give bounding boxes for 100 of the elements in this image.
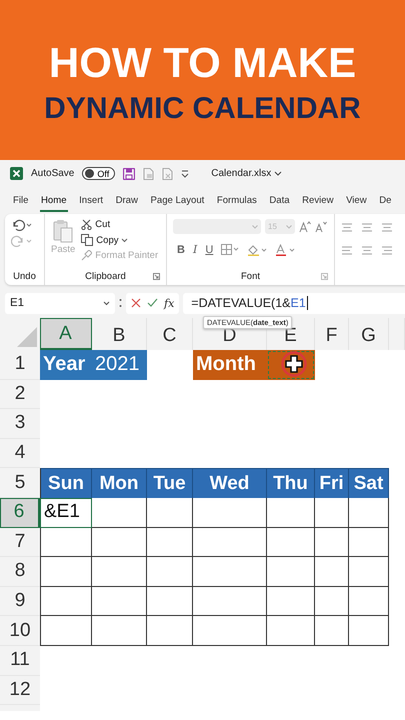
ribbon-tab[interactable]: Formulas — [216, 195, 258, 212]
table-cell[interactable] — [267, 557, 315, 587]
row-header[interactable]: 1 — [0, 350, 40, 380]
enter-check-icon[interactable] — [147, 298, 158, 308]
label-cell[interactable]: Month — [193, 350, 267, 380]
cut-button[interactable]: Cut — [81, 219, 158, 230]
table-header-cell[interactable]: Thu — [267, 468, 315, 498]
table-cell[interactable] — [315, 616, 349, 646]
ribbon-tab[interactable]: Review — [301, 195, 335, 212]
table-cell[interactable] — [193, 616, 267, 646]
table-cell[interactable] — [349, 586, 389, 616]
table-cell[interactable] — [147, 586, 193, 616]
chevron-down-icon — [286, 224, 292, 228]
row-header[interactable]: 7 — [0, 528, 40, 558]
table-cell[interactable] — [147, 557, 193, 587]
table-header-cell[interactable]: Wed — [193, 468, 267, 498]
copy-button[interactable]: Copy — [81, 234, 158, 246]
save-icon[interactable] — [123, 168, 136, 180]
table-cell[interactable] — [92, 586, 147, 616]
ribbon-tab[interactable]: View — [345, 195, 368, 212]
referenced-cell[interactable] — [267, 350, 315, 380]
column-header[interactable]: G — [349, 318, 389, 350]
ribbon-tab[interactable]: Data — [268, 195, 291, 212]
table-cell[interactable] — [147, 616, 193, 646]
table-cell[interactable] — [40, 616, 92, 646]
column-header[interactable]: B — [92, 318, 147, 350]
cursor-icon — [281, 351, 307, 377]
table-header-cell[interactable]: Mon — [92, 468, 147, 498]
table-cell[interactable]: &E1 — [40, 498, 92, 528]
decrease-font-icon[interactable] — [315, 220, 327, 232]
table-header-cell[interactable]: Sun — [40, 468, 92, 498]
table-cell[interactable] — [40, 557, 92, 587]
table-cell[interactable] — [193, 528, 267, 558]
table-cell[interactable] — [349, 498, 389, 528]
table-cell[interactable] — [349, 616, 389, 646]
row-header[interactable]: 12 — [0, 676, 40, 706]
copy-icon — [81, 234, 94, 246]
table-cell[interactable] — [92, 557, 147, 587]
row-header[interactable]: 5 — [0, 468, 40, 498]
ribbon-tab[interactable]: Insert — [78, 195, 104, 212]
borders-icon[interactable] — [221, 244, 240, 255]
table-header-cell[interactable]: Sat — [349, 468, 389, 498]
name-box[interactable]: E1 — [5, 292, 115, 314]
table-cell[interactable] — [193, 557, 267, 587]
value-cell[interactable]: 2021 — [92, 350, 147, 380]
cancel-icon[interactable] — [131, 298, 141, 308]
formula-field[interactable]: =DATEVALUE(1&E1 — [183, 292, 405, 314]
table-cell[interactable] — [349, 557, 389, 587]
table-cell[interactable] — [92, 616, 147, 646]
autosave-label: AutoSave — [31, 168, 74, 179]
clipboard-icon — [53, 219, 74, 243]
fill-color-icon[interactable] — [247, 244, 268, 256]
row-header[interactable]: 3 — [0, 409, 40, 439]
ribbon-tab[interactable]: Page Layout — [149, 195, 206, 212]
table-cell[interactable] — [193, 498, 267, 528]
ribbon-tab[interactable]: File — [12, 195, 30, 212]
ribbon-tab[interactable]: Draw — [114, 195, 139, 212]
row-header[interactable]: 4 — [0, 438, 40, 468]
undo-icon[interactable] — [11, 219, 33, 231]
chevron-down-icon — [121, 238, 128, 242]
font-color-icon[interactable] — [275, 244, 296, 256]
row-header[interactable]: 2 — [0, 380, 40, 410]
row-header[interactable]: 8 — [0, 557, 40, 587]
table-cell[interactable] — [267, 586, 315, 616]
table-cell[interactable] — [40, 528, 92, 558]
triangle-icon — [17, 327, 37, 347]
row-header[interactable]: 11 — [0, 646, 40, 676]
table-cell[interactable] — [92, 498, 147, 528]
column-header[interactable]: C — [147, 318, 193, 350]
file-name-button[interactable]: Calendar.xlsx — [211, 168, 282, 179]
row-header[interactable]: 9 — [0, 586, 40, 616]
table-cell[interactable] — [147, 528, 193, 558]
more-icon[interactable] — [119, 298, 122, 308]
customize-caret-icon[interactable] — [181, 170, 190, 178]
table-cell[interactable] — [40, 586, 92, 616]
column-header[interactable]: A — [40, 318, 92, 350]
table-cell[interactable] — [349, 528, 389, 558]
table-cell[interactable] — [315, 498, 349, 528]
banner-heading: HOW TO MAKE — [48, 42, 356, 84]
table-header-cell[interactable]: Fri — [315, 468, 349, 498]
table-cell[interactable] — [267, 498, 315, 528]
table-cell[interactable] — [193, 586, 267, 616]
table-cell[interactable] — [315, 557, 349, 587]
label-cell[interactable]: Year — [40, 350, 92, 380]
table-cell[interactable] — [267, 528, 315, 558]
table-cell[interactable] — [315, 528, 349, 558]
table-header-cell[interactable]: Tue — [147, 468, 193, 498]
table-cell[interactable] — [315, 586, 349, 616]
chevron-down-icon — [103, 300, 110, 306]
column-header[interactable]: F — [315, 318, 349, 350]
table-cell[interactable] — [147, 498, 193, 528]
table-cell[interactable] — [92, 528, 147, 558]
dialog-launcher-icon[interactable] — [153, 272, 160, 280]
row-header[interactable]: 10 — [0, 616, 40, 646]
row-header[interactable]: 6 — [0, 498, 40, 528]
increase-font-icon[interactable] — [299, 220, 311, 232]
ribbon-tab[interactable]: De — [378, 195, 392, 212]
autosave-toggle[interactable]: Off — [82, 167, 116, 180]
table-cell[interactable] — [267, 616, 315, 646]
insert-function-button[interactable]: fx — [164, 296, 174, 310]
